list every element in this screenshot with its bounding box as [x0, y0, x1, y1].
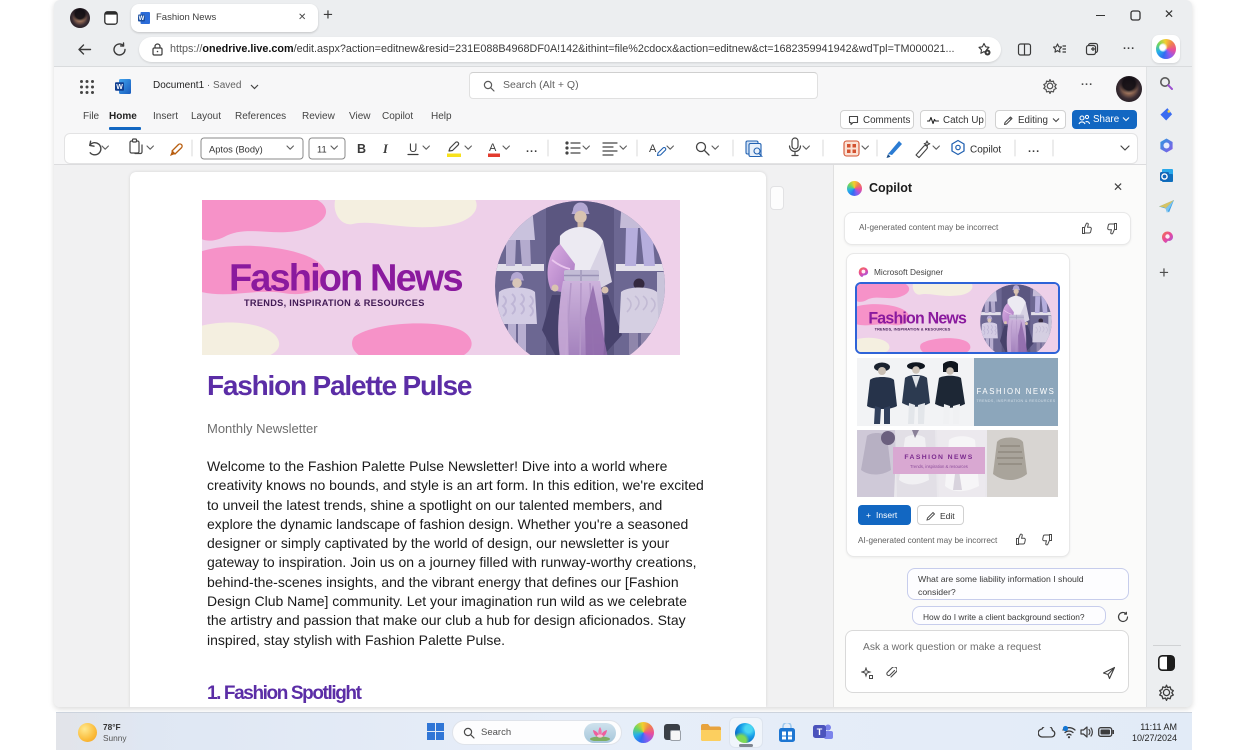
- svg-text:A: A: [649, 143, 657, 155]
- svg-text:I: I: [382, 142, 389, 156]
- svg-text:Copilot: Copilot: [970, 145, 1001, 156]
- svg-text:W: W: [116, 84, 123, 91]
- svg-text:B: B: [357, 142, 366, 156]
- svg-text:FASHION NEWS: FASHION NEWS: [977, 387, 1056, 396]
- svg-text:Trends, inspiration & resource: Trends, inspiration & resources: [910, 464, 968, 469]
- svg-text:TRENDS, INSPIRATION & RESOURCE: TRENDS, INSPIRATION & RESOURCES: [244, 298, 425, 308]
- svg-text:...: ...: [526, 143, 538, 155]
- svg-text:W: W: [139, 16, 145, 22]
- svg-text:...: ...: [1028, 143, 1040, 155]
- svg-text:T: T: [817, 727, 823, 737]
- svg-text:Aptos (Body): Aptos (Body): [209, 145, 263, 155]
- svg-text:TRENDS, INSPIRATION & RESOURCE: TRENDS, INSPIRATION & RESOURCES: [875, 326, 951, 331]
- svg-text:Fashion News: Fashion News: [868, 309, 966, 327]
- svg-text:A: A: [489, 142, 497, 154]
- svg-text:TRENDS, INSPIRATION & RESOURCE: TRENDS, INSPIRATION & RESOURCES: [976, 399, 1055, 403]
- svg-text:11: 11: [317, 145, 327, 155]
- svg-text:FASHION NEWS: FASHION NEWS: [904, 454, 973, 461]
- svg-text:U: U: [409, 143, 417, 155]
- svg-text:Fashion News: Fashion News: [229, 258, 462, 300]
